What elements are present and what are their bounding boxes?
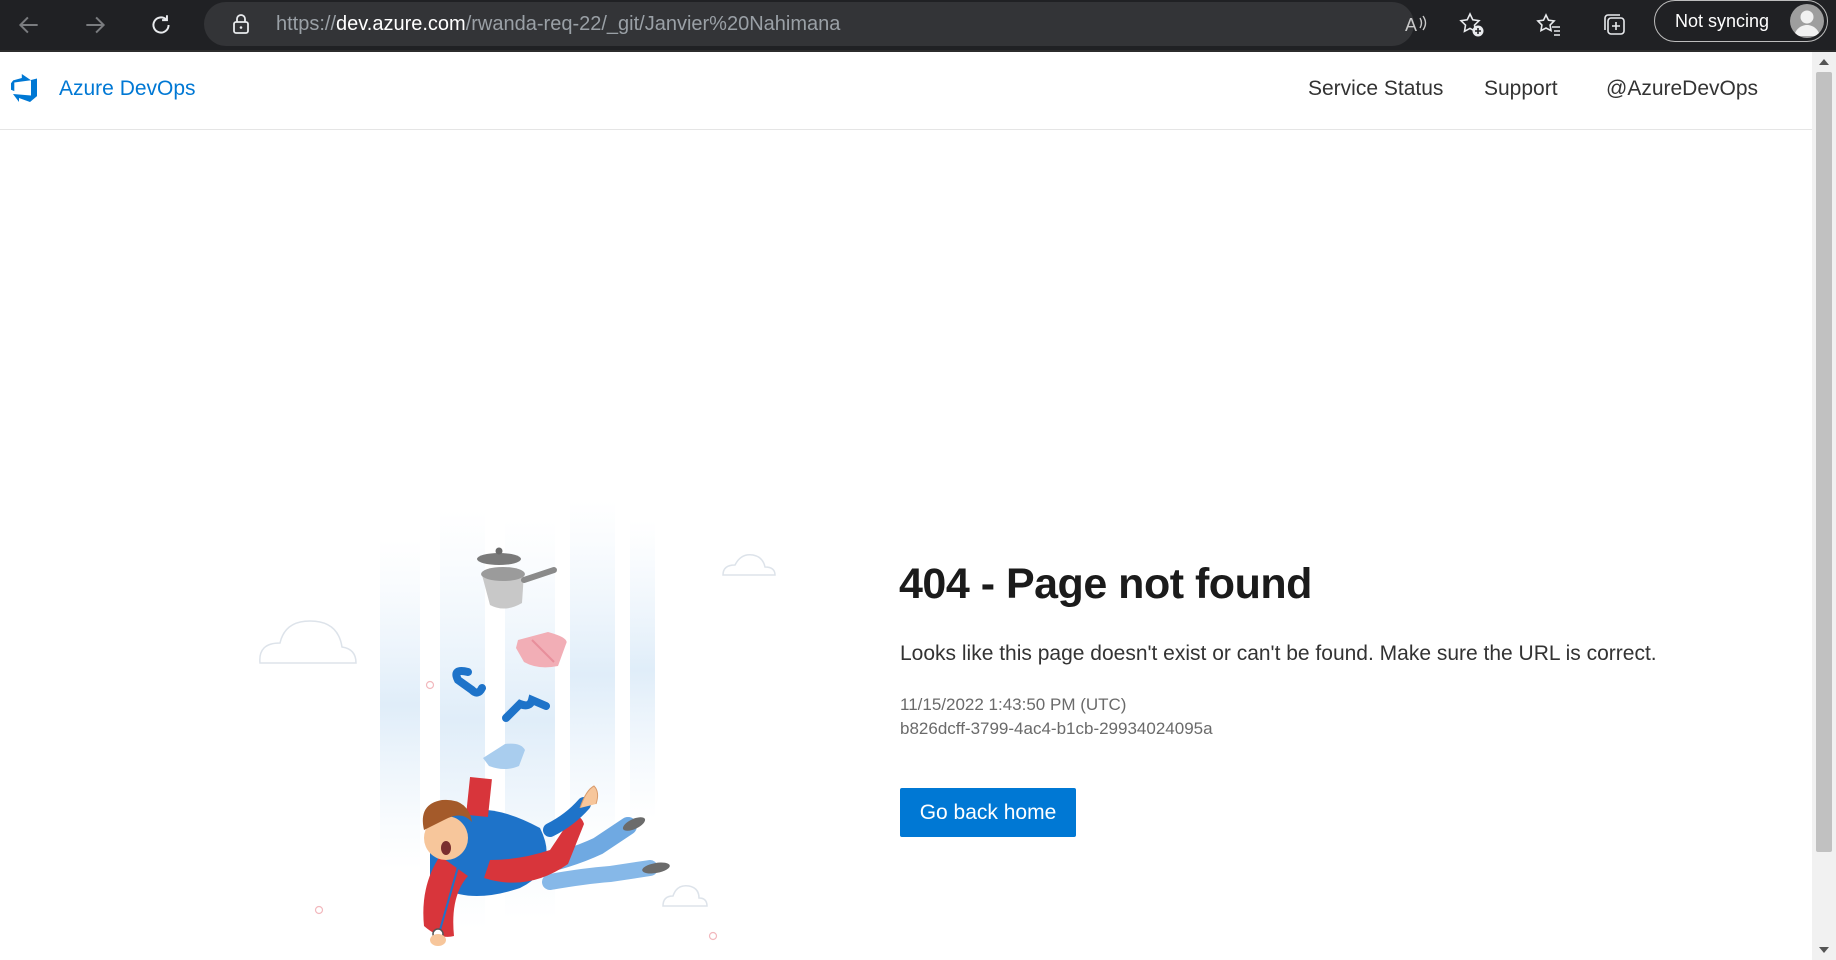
profile-sync-button[interactable]: Not syncing: [1654, 0, 1828, 42]
scroll-up-arrow-icon[interactable]: [1819, 58, 1829, 66]
brand-link[interactable]: Azure DevOps: [59, 77, 196, 101]
sparkle-dot: [708, 931, 718, 941]
page-title: 404 - Page not found: [899, 560, 1312, 608]
twitter-link[interactable]: @AzureDevOps: [1606, 77, 1758, 101]
error-activity-id: b826dcff-3799-4ac4-b1cb-29934024095a: [900, 719, 1213, 738]
url-path: /rwanda-req-22/_git/Janvier%20Nahimana: [465, 13, 841, 35]
cloud-icon: [259, 620, 357, 664]
forward-arrow-icon: [86, 16, 106, 34]
back-arrow-icon: [18, 16, 38, 34]
back-button[interactable]: [10, 6, 48, 44]
favorites-button[interactable]: [1530, 6, 1568, 44]
falling-person-illustration: [259, 500, 776, 946]
azure-devops-logo[interactable]: [8, 72, 40, 104]
site-header: Azure DevOps Service Status Support @Azu…: [0, 52, 1812, 130]
page-scrollbar[interactable]: [1812, 52, 1836, 960]
support-link[interactable]: Support: [1484, 77, 1558, 101]
url-text: https://dev.azure.com/rwanda-req-22/_git…: [276, 11, 840, 37]
refresh-icon: [152, 15, 170, 34]
go-back-home-button[interactable]: Go back home: [900, 788, 1076, 837]
collections-icon: [1604, 14, 1625, 35]
service-status-link[interactable]: Service Status: [1308, 77, 1443, 101]
collections-button[interactable]: [1596, 6, 1634, 44]
cloud-icon: [722, 553, 776, 576]
error-description: Looks like this page doesn't exist or ca…: [900, 642, 1657, 665]
sparkle-dot: [314, 905, 324, 915]
cloud-icon: [662, 884, 708, 907]
lock-icon: [233, 14, 249, 34]
sparkle-dot: [425, 680, 435, 690]
light-beam: [380, 540, 420, 870]
scrollbar-thumb[interactable]: [1816, 72, 1832, 852]
read-aloud-icon[interactable]: A: [1404, 12, 1430, 36]
undershirt: [483, 743, 525, 769]
url-domain: dev.azure.com: [336, 13, 466, 35]
refresh-button[interactable]: [142, 6, 180, 44]
url-scheme: https://: [276, 13, 337, 35]
browser-toolbar: https://dev.azure.com/rwanda-req-22/_git…: [0, 0, 1836, 52]
scroll-down-arrow-icon[interactable]: [1819, 946, 1829, 954]
light-beam: [630, 520, 655, 820]
add-favorite-icon[interactable]: [1458, 11, 1486, 39]
forward-button[interactable]: [76, 6, 114, 44]
favorites-icon: [1536, 13, 1560, 36]
sync-status-label: Not syncing: [1675, 11, 1770, 31]
profile-avatar-icon: [1790, 4, 1824, 38]
error-timestamp: 11/15/2022 1:43:50 PM (UTC): [900, 695, 1127, 714]
address-bar[interactable]: https://dev.azure.com/rwanda-req-22/_git…: [204, 2, 1484, 46]
pot-lid: [477, 553, 521, 565]
svg-text:A: A: [1405, 15, 1417, 35]
